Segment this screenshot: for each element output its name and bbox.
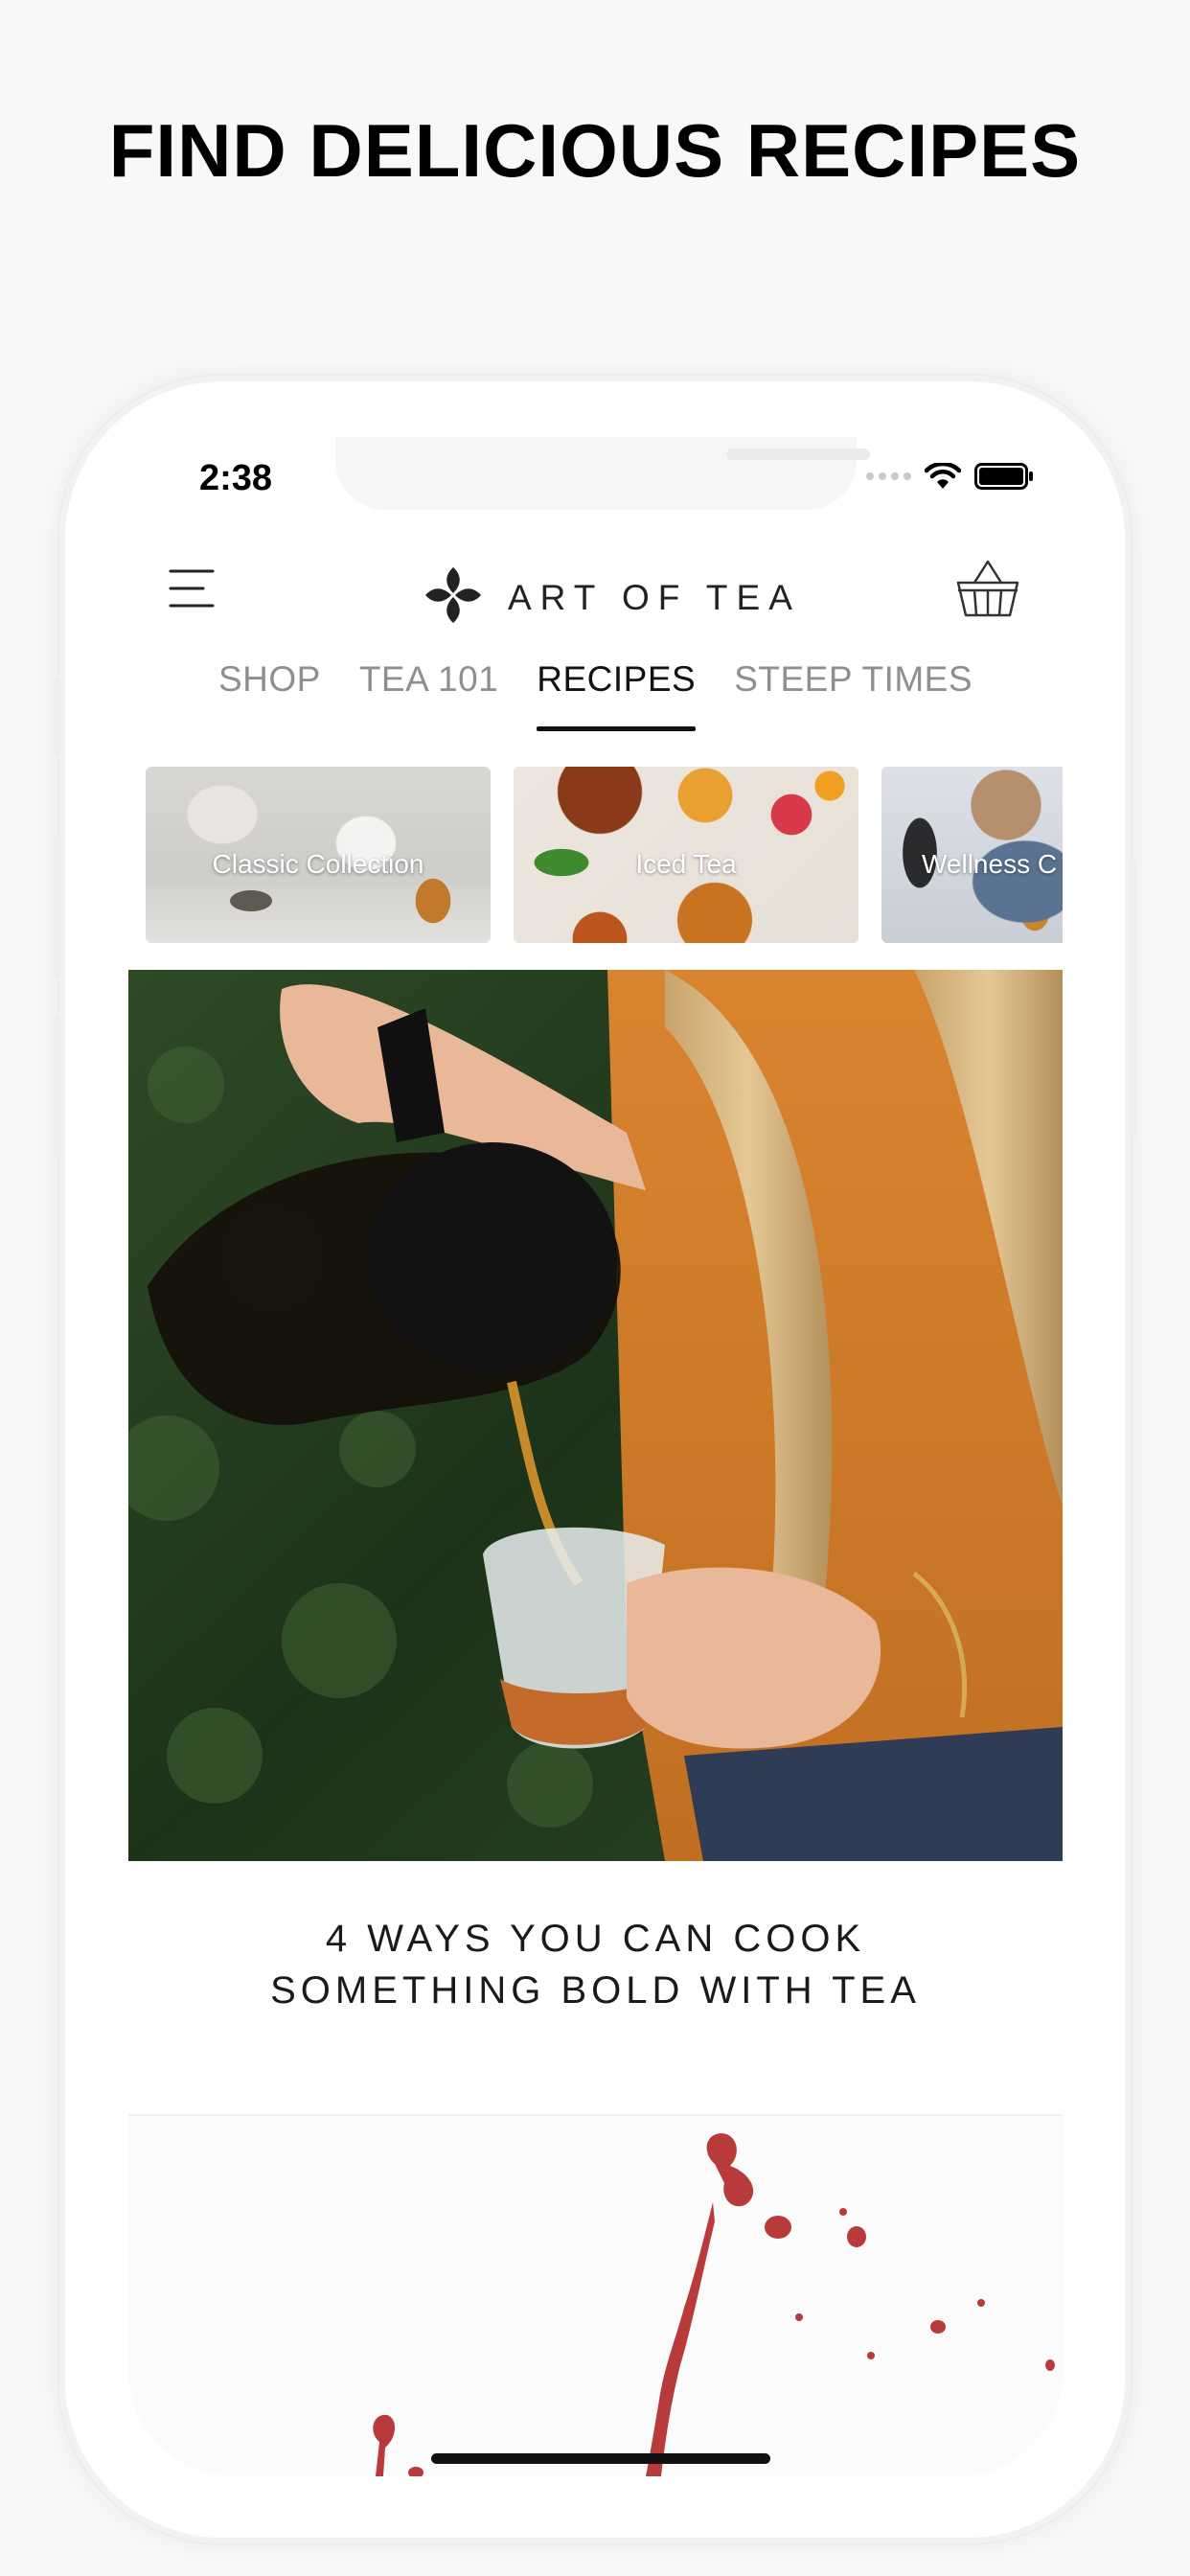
category-label: Classic Collection bbox=[212, 849, 424, 879]
battery-icon bbox=[974, 462, 1034, 491]
phone-side-button bbox=[54, 1016, 61, 1160]
home-indicator[interactable] bbox=[431, 2453, 770, 2464]
phone-side-button bbox=[1129, 859, 1136, 1137]
category-card-iced-tea[interactable]: Iced Tea bbox=[514, 767, 858, 943]
recipe-category-carousel[interactable]: Classic Collection Iced Tea Wellness C bbox=[146, 767, 1063, 945]
logo-icon bbox=[422, 564, 485, 632]
device-notch bbox=[335, 437, 870, 510]
brand-name: ART OF TEA bbox=[508, 577, 801, 617]
article-title[interactable]: 4 WAYS YOU CAN COOK SOMETHING BOLD WITH … bbox=[128, 1913, 1063, 2016]
tab-recipes[interactable]: RECIPES bbox=[537, 648, 697, 734]
status-time: 2:38 bbox=[199, 458, 273, 498]
brand-logo[interactable]: ART OF TEA bbox=[422, 564, 801, 632]
category-card-wellness[interactable]: Wellness C bbox=[881, 767, 1063, 943]
category-label: Wellness C bbox=[922, 849, 1058, 879]
category-card-classic-collection[interactable]: Classic Collection bbox=[146, 767, 491, 943]
article-image-tea-splash[interactable] bbox=[128, 2116, 1063, 2476]
phone-side-button bbox=[54, 836, 61, 979]
category-label: Iced Tea bbox=[635, 849, 737, 879]
category-tabs: SHOP TEA 101 RECIPES STEEP TIMES bbox=[128, 648, 1063, 734]
tab-tea-101[interactable]: TEA 101 bbox=[359, 648, 498, 734]
notch-speaker bbox=[726, 448, 870, 460]
tab-shop[interactable]: SHOP bbox=[218, 648, 321, 734]
basket-icon[interactable] bbox=[955, 556, 1020, 626]
article-title-line: SOMETHING BOLD WITH TEA bbox=[270, 1969, 921, 2012]
article-hero-image[interactable] bbox=[128, 970, 1063, 1861]
app-store-screenshot: FIND DELICIOUS RECIPES 2:38 ART OF TEA S… bbox=[0, 0, 1190, 2576]
article-title-line: 4 WAYS YOU CAN COOK bbox=[325, 1918, 866, 1960]
app-screen: 2:38 ART OF TEA SHOP TEA 101 RECIPES STE… bbox=[128, 437, 1063, 2476]
phone-side-button bbox=[54, 677, 61, 757]
app-header: ART OF TEA bbox=[128, 533, 1063, 648]
status-icons bbox=[866, 462, 1034, 491]
hamburger-menu-icon[interactable] bbox=[169, 567, 215, 614]
marketing-headline: FIND DELICIOUS RECIPES bbox=[108, 108, 1082, 193]
signal-icon bbox=[866, 472, 911, 480]
tab-steep-times[interactable]: STEEP TIMES bbox=[734, 648, 973, 734]
wifi-icon bbox=[925, 463, 961, 490]
